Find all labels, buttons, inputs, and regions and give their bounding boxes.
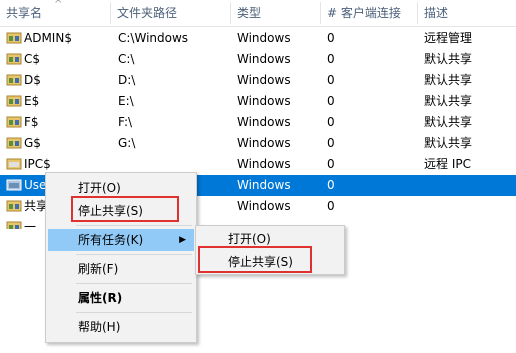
column-header-client-connections[interactable]: # 客户端连接 bbox=[321, 0, 418, 26]
context-menu: 打开(O) 停止共享(S) 所有任务(K) ▶ 刷新(F) 属性(R) 帮助(H… bbox=[45, 172, 197, 343]
share-type: Windows bbox=[237, 94, 291, 108]
table-row[interactable]: C$ C:\ Windows 0 默认共享 bbox=[0, 49, 516, 70]
column-header-type[interactable]: 类型 bbox=[231, 0, 321, 26]
client-count: 0 bbox=[327, 178, 335, 192]
share-type: Windows bbox=[237, 73, 291, 87]
share-name: G$ bbox=[24, 136, 41, 150]
share-type: Windows bbox=[237, 157, 291, 171]
folder-path: C:\Windows bbox=[118, 31, 189, 45]
shared-folder-icon bbox=[6, 94, 22, 108]
folder-path: F:\ bbox=[118, 115, 133, 129]
column-header-share-name[interactable]: 共享名 ^ bbox=[0, 0, 111, 26]
share-description bbox=[424, 196, 516, 217]
column-header-label: 文件夹路径 bbox=[117, 6, 178, 20]
table-row[interactable]: E$ E:\ Windows 0 默认共享 bbox=[0, 91, 516, 112]
table-row[interactable]: F$ F:\ Windows 0 默认共享 bbox=[0, 112, 516, 133]
menu-item-stop-share[interactable]: 停止共享(S) bbox=[48, 200, 194, 222]
list-header: 共享名 ^ 文件夹路径 类型 # 客户端连接 描述 bbox=[0, 0, 516, 27]
share-name: ADMIN$ bbox=[24, 31, 72, 45]
chevron-right-icon: ▶ bbox=[179, 235, 186, 245]
menu-item-help[interactable]: 帮助(H) bbox=[48, 316, 194, 338]
column-header-label: # 客户端连接 bbox=[327, 6, 401, 20]
menu-item-open[interactable]: 打开(O) bbox=[48, 177, 194, 199]
shared-folder-icon bbox=[6, 178, 22, 192]
share-type: Windows bbox=[237, 115, 291, 129]
client-count: 0 bbox=[327, 73, 335, 87]
folder-path: G:\ bbox=[118, 136, 136, 150]
client-count: 0 bbox=[327, 157, 335, 171]
sort-ascending-icon: ^ bbox=[54, 0, 63, 10]
column-header-label: 描述 bbox=[424, 6, 449, 20]
share-name: 一 bbox=[24, 220, 37, 229]
shared-folder-icon bbox=[6, 31, 22, 45]
share-description: 默认共享 bbox=[424, 115, 473, 129]
client-count: 0 bbox=[327, 199, 335, 213]
column-header-label: 类型 bbox=[237, 6, 262, 20]
shared-folder-icon bbox=[6, 73, 22, 87]
share-description bbox=[424, 175, 516, 196]
menu-separator bbox=[76, 283, 192, 284]
share-type: Windows bbox=[237, 199, 291, 213]
share-description: 默认共享 bbox=[424, 52, 473, 66]
column-header-description[interactable]: 描述 bbox=[418, 0, 516, 26]
share-name: E$ bbox=[24, 94, 40, 108]
share-name: IPC$ bbox=[24, 157, 51, 171]
share-description: 远程 IPC bbox=[424, 157, 471, 171]
client-count: 0 bbox=[327, 136, 335, 150]
table-row[interactable]: G$ G:\ Windows 0 默认共享 bbox=[0, 133, 516, 154]
menu-item-refresh[interactable]: 刷新(F) bbox=[48, 258, 194, 280]
client-count: 0 bbox=[327, 52, 335, 66]
share-description: 默认共享 bbox=[424, 136, 473, 150]
menu-item-properties[interactable]: 属性(R) bbox=[48, 287, 194, 309]
client-count: 0 bbox=[327, 115, 335, 129]
column-header-label: 共享名 bbox=[6, 6, 43, 20]
share-description: 远程管理 bbox=[424, 31, 473, 45]
share-name: D$ bbox=[24, 73, 41, 87]
folder-path: E:\ bbox=[118, 94, 134, 108]
share-name: Use bbox=[24, 178, 47, 192]
share-type: Windows bbox=[237, 136, 291, 150]
shared-folder-icon bbox=[6, 115, 22, 129]
folder-path: D:\ bbox=[118, 73, 136, 87]
shared-folder-icon bbox=[6, 199, 22, 213]
share-type: Windows bbox=[237, 178, 291, 192]
column-header-folder-path[interactable]: 文件夹路径 bbox=[111, 0, 231, 26]
shared-folder-icon bbox=[6, 136, 22, 150]
table-row[interactable]: D$ D:\ Windows 0 默认共享 bbox=[0, 70, 516, 91]
shared-folder-icon bbox=[6, 157, 22, 171]
share-description: 默认共享 bbox=[424, 73, 473, 87]
menu-separator bbox=[76, 225, 192, 226]
table-row[interactable]: ADMIN$ C:\Windows Windows 0 远程管理 bbox=[0, 28, 516, 49]
menu-item-all-tasks[interactable]: 所有任务(K) ▶ bbox=[48, 229, 194, 251]
submenu-item-stop-share[interactable]: 停止共享(S) bbox=[198, 251, 342, 273]
client-count: 0 bbox=[327, 94, 335, 108]
share-type: Windows bbox=[237, 31, 291, 45]
share-name: F$ bbox=[24, 115, 39, 129]
menu-separator bbox=[76, 312, 192, 313]
shared-folder-icon bbox=[6, 52, 22, 66]
share-type: Windows bbox=[237, 52, 291, 66]
shared-folder-icon bbox=[6, 220, 22, 229]
menu-separator bbox=[76, 254, 192, 255]
share-name: C$ bbox=[24, 52, 41, 66]
folder-path: C:\ bbox=[118, 52, 135, 66]
share-description: 默认共享 bbox=[424, 94, 473, 108]
submenu-all-tasks: 打开(O) 停止共享(S) bbox=[195, 225, 345, 275]
submenu-item-open[interactable]: 打开(O) bbox=[198, 228, 342, 250]
client-count: 0 bbox=[327, 31, 335, 45]
